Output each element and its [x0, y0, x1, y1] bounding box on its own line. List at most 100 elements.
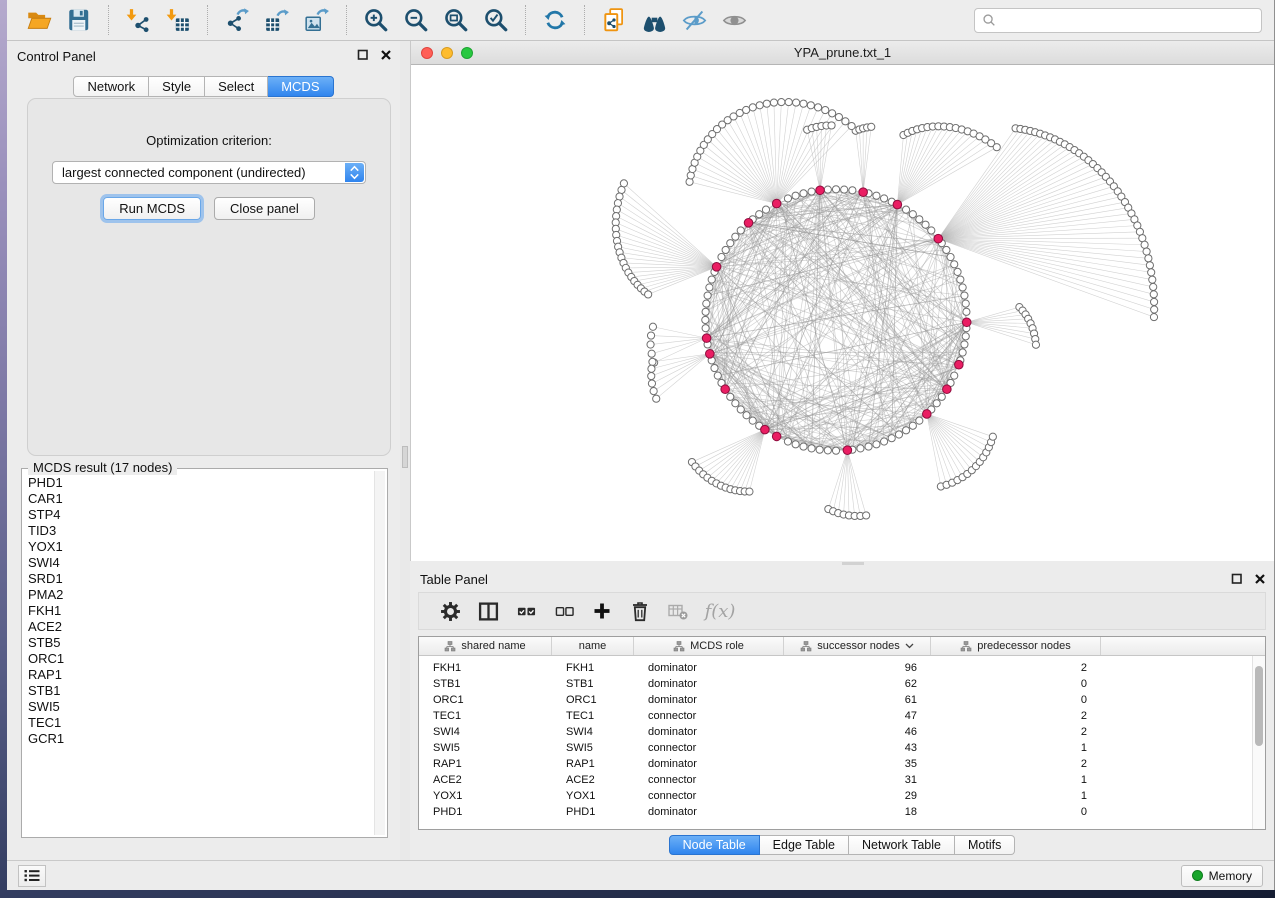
- save-session-button[interactable]: [59, 3, 99, 37]
- column-header-empty: [1101, 637, 1265, 655]
- tab-mcds[interactable]: MCDS: [268, 76, 333, 97]
- list-item[interactable]: SWI5: [28, 699, 371, 715]
- vertical-splitter[interactable]: [400, 41, 410, 860]
- list-item[interactable]: TID3: [28, 523, 371, 539]
- maximize-window-icon[interactable]: [461, 47, 473, 59]
- list-item[interactable]: STP4: [28, 507, 371, 523]
- tab-node-table[interactable]: Node Table: [669, 835, 760, 855]
- import-table-button[interactable]: [158, 3, 198, 37]
- tab-style[interactable]: Style: [149, 76, 205, 97]
- list-item[interactable]: RAP1: [28, 667, 371, 683]
- search-box[interactable]: [974, 8, 1262, 33]
- close-panel-icon[interactable]: [379, 48, 392, 61]
- table-row[interactable]: SWI4SWI4dominator462: [419, 724, 1265, 740]
- list-item[interactable]: PHD1: [28, 475, 371, 491]
- export-network-button[interactable]: [217, 3, 257, 37]
- table-row[interactable]: YOX1YOX1connector291: [419, 788, 1265, 804]
- show-columns-button[interactable]: [469, 596, 507, 626]
- list-item[interactable]: PMA2: [28, 587, 371, 603]
- table-row[interactable]: ACE2ACE2connector311: [419, 772, 1265, 788]
- scrollbar-thumb[interactable]: [1255, 666, 1263, 746]
- list-item[interactable]: STB5: [28, 635, 371, 651]
- column-header-shared-name[interactable]: shared name: [419, 637, 552, 655]
- list-item[interactable]: FKH1: [28, 603, 371, 619]
- list-item[interactable]: TEC1: [28, 715, 371, 731]
- mcds-result-title: MCDS result (17 nodes): [28, 460, 177, 475]
- close-panel-button[interactable]: Close panel: [214, 197, 315, 220]
- new-network-from-selection-button[interactable]: [594, 3, 634, 37]
- zoom-fit-button[interactable]: [436, 3, 476, 37]
- memory-button[interactable]: Memory: [1181, 865, 1263, 887]
- network-view[interactable]: [411, 65, 1274, 561]
- cell: ORC1: [419, 692, 552, 708]
- column-header-predecessor-nodes[interactable]: predecessor nodes: [931, 637, 1101, 655]
- column-header-successor-nodes[interactable]: successor nodes: [784, 637, 931, 655]
- table-row[interactable]: SWI5SWI5connector431: [419, 740, 1265, 756]
- delete-column-button[interactable]: [621, 596, 659, 626]
- import-table-icon: [165, 7, 191, 33]
- deselect-all-button[interactable]: [545, 596, 583, 626]
- splitter-handle[interactable]: [842, 562, 864, 565]
- cell: ACE2: [552, 772, 634, 788]
- table-settings-button[interactable]: [431, 596, 469, 626]
- plus-icon: [592, 601, 612, 621]
- list-item[interactable]: ORC1: [28, 651, 371, 667]
- list-item[interactable]: ACE2: [28, 619, 371, 635]
- network-window-titlebar[interactable]: YPA_prune.txt_1: [411, 41, 1274, 65]
- list-item[interactable]: CAR1: [28, 491, 371, 507]
- tab-network[interactable]: Network: [73, 76, 149, 97]
- zoom-selected-button[interactable]: [476, 3, 516, 37]
- import-network-button[interactable]: [118, 3, 158, 37]
- optimization-criterion-select[interactable]: largest connected component (undirected): [52, 161, 366, 184]
- table-row[interactable]: RAP1RAP1dominator352: [419, 756, 1265, 772]
- eye-disabled-icon: [721, 7, 748, 34]
- table-scrollbar[interactable]: [1252, 656, 1265, 829]
- float-panel-icon[interactable]: [356, 48, 369, 61]
- run-mcds-button[interactable]: Run MCDS: [103, 197, 201, 220]
- fx-icon: f(x): [705, 601, 736, 622]
- select-all-button[interactable]: [507, 596, 545, 626]
- splitter-handle[interactable]: [402, 446, 408, 468]
- tab-network-table[interactable]: Network Table: [849, 835, 955, 855]
- cell: FKH1: [552, 660, 634, 676]
- table-row[interactable]: TEC1TEC1connector472: [419, 708, 1265, 724]
- search-input[interactable]: [1001, 13, 1254, 28]
- zoom-out-button[interactable]: [396, 3, 436, 37]
- close-window-icon[interactable]: [421, 47, 433, 59]
- list-item[interactable]: SRD1: [28, 571, 371, 587]
- float-panel-icon[interactable]: [1230, 572, 1243, 585]
- function-builder-button: f(x): [697, 596, 743, 626]
- cell: FKH1: [419, 660, 552, 676]
- table-row[interactable]: PHD1PHD1dominator180: [419, 804, 1265, 820]
- mcds-list-scrollbar[interactable]: [374, 471, 385, 835]
- table-row[interactable]: STB1STB1dominator620: [419, 676, 1265, 692]
- list-item[interactable]: STB1: [28, 683, 371, 699]
- export-table-icon: [264, 7, 290, 33]
- list-item[interactable]: YOX1: [28, 539, 371, 555]
- task-history-button[interactable]: [18, 865, 46, 887]
- list-item[interactable]: SWI4: [28, 555, 371, 571]
- refresh-view-button[interactable]: [535, 3, 575, 37]
- tab-select[interactable]: Select: [205, 76, 268, 97]
- add-column-button[interactable]: [583, 596, 621, 626]
- table-row[interactable]: FKH1FKH1dominator962: [419, 660, 1265, 676]
- export-image-button[interactable]: [297, 3, 337, 37]
- tab-motifs[interactable]: Motifs: [955, 835, 1015, 855]
- export-table-button[interactable]: [257, 3, 297, 37]
- select-all-icon: [517, 602, 536, 621]
- cell: 46: [784, 724, 931, 740]
- minimize-window-icon[interactable]: [441, 47, 453, 59]
- list-item[interactable]: GCR1: [28, 731, 371, 747]
- column-type-icon: [960, 641, 972, 652]
- column-header-mcds-role[interactable]: MCDS role: [634, 637, 784, 655]
- table-row[interactable]: ORC1ORC1dominator610: [419, 692, 1265, 708]
- open-session-button[interactable]: [19, 3, 59, 37]
- tab-edge-table[interactable]: Edge Table: [760, 835, 849, 855]
- search-network-button[interactable]: [634, 3, 674, 37]
- zoom-in-button[interactable]: [356, 3, 396, 37]
- show-graphics-details-button[interactable]: [674, 3, 714, 37]
- mcds-result-group: MCDS result (17 nodes) PHD1CAR1STP4TID3Y…: [21, 468, 388, 838]
- cell: 1: [931, 772, 1101, 788]
- close-panel-icon[interactable]: [1253, 572, 1266, 585]
- column-header-name[interactable]: name: [552, 637, 634, 655]
